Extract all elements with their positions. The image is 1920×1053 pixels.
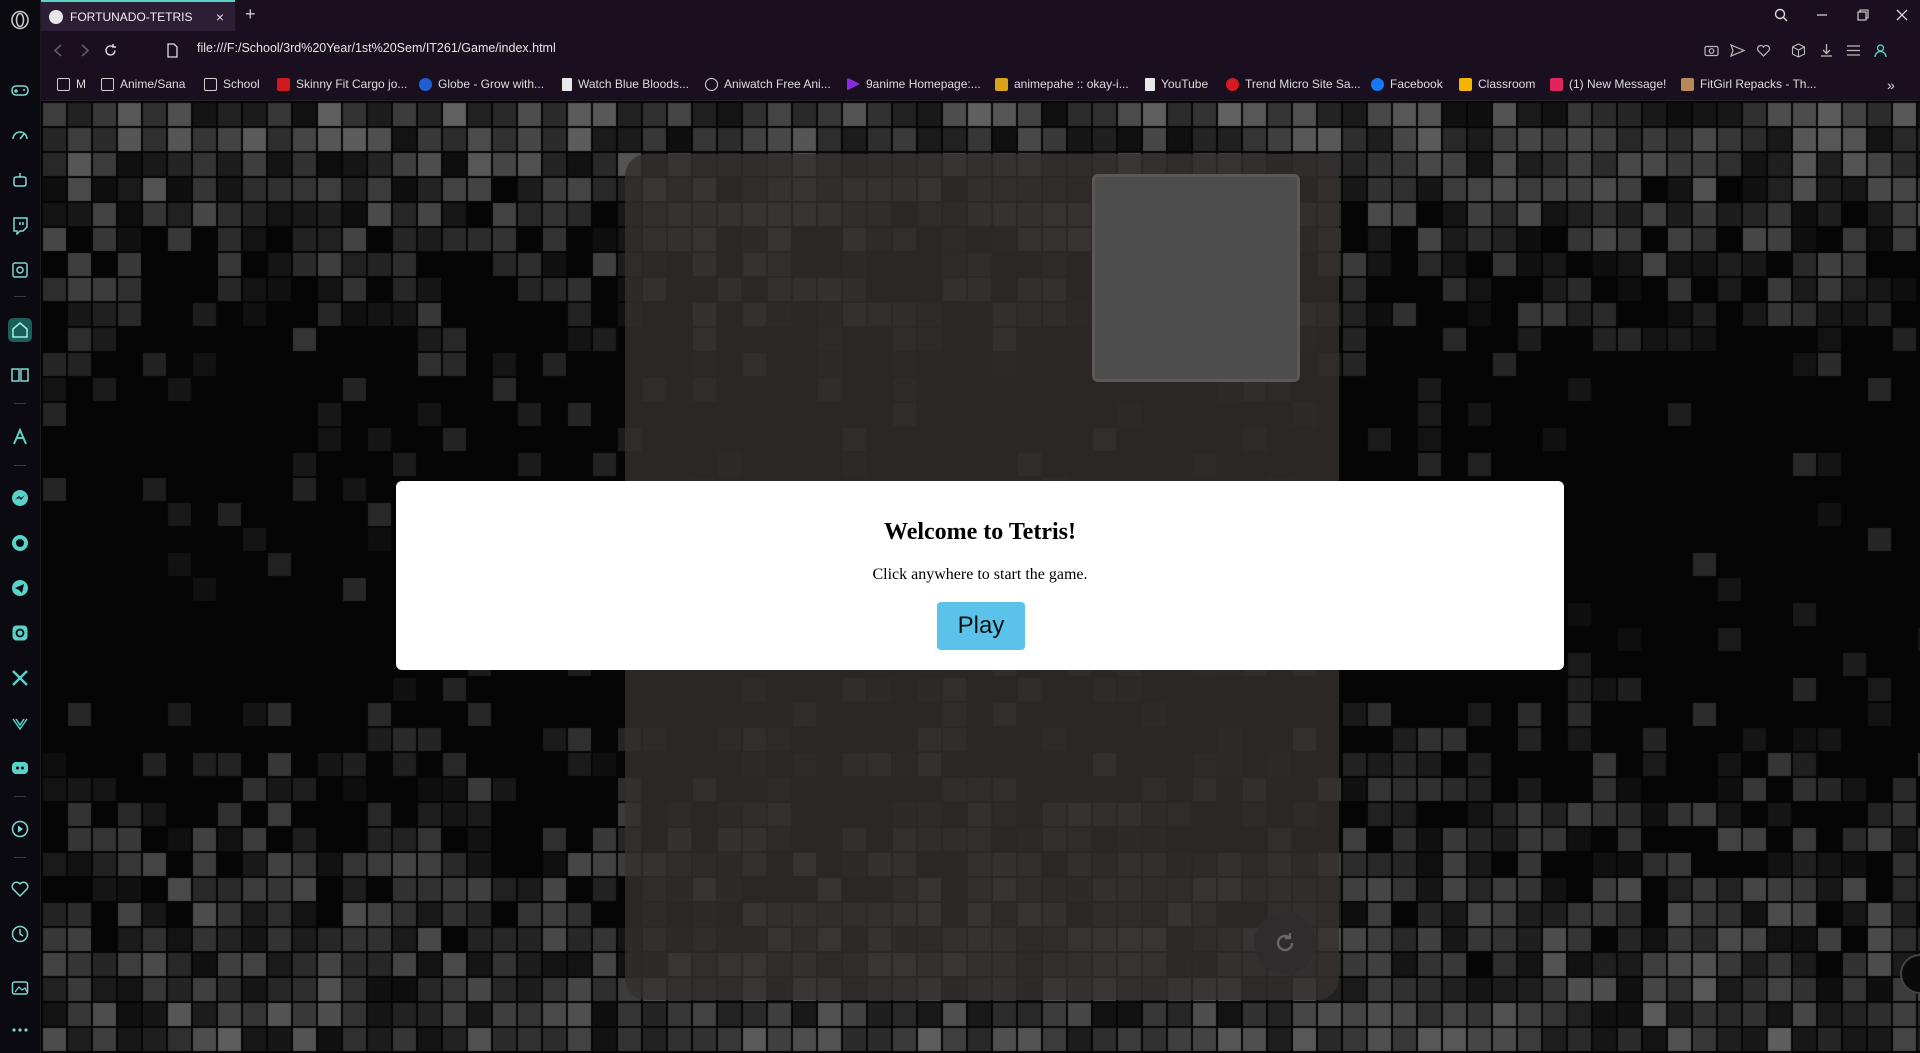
bookmark-item[interactable]: Classroom <box>1459 77 1535 91</box>
bookmark-label: Trend Micro Site Sa... <box>1245 77 1361 91</box>
aniwatch-icon <box>705 77 718 91</box>
extensions-icon[interactable] <box>8 258 32 282</box>
favorite-heart-icon[interactable] <box>1753 40 1773 60</box>
bookmark-item[interactable]: 9anime Homepage:... <box>847 77 981 91</box>
minimize-icon[interactable] <box>1811 5 1833 25</box>
send-icon[interactable] <box>1727 40 1747 60</box>
box-icon[interactable] <box>1788 40 1808 60</box>
back-icon[interactable] <box>48 40 68 60</box>
bookmark-folder[interactable]: School <box>204 77 260 91</box>
bookmark-label: School <box>223 77 260 91</box>
bookmark-label: 9anime Homepage:... <box>866 77 981 91</box>
page-icon <box>1145 77 1155 91</box>
play-button[interactable]: Play <box>937 602 1025 650</box>
globe-telecom-icon <box>419 77 432 91</box>
globe-icon <box>49 9 63 24</box>
bookmark-label: Anime/Sana <box>120 77 186 91</box>
speedometer-icon[interactable] <box>8 123 32 147</box>
whatsapp-icon[interactable] <box>8 531 32 555</box>
download-icon[interactable] <box>1816 40 1836 60</box>
bookmark-item[interactable]: Skinny Fit Cargo jo... <box>277 77 407 91</box>
heart-icon[interactable] <box>8 877 32 901</box>
bookmark-label: M <box>76 77 86 91</box>
bookmark-label: YouTube <box>1161 77 1209 91</box>
reload-icon[interactable] <box>100 40 120 60</box>
animepahe-icon <box>995 77 1008 91</box>
close-tab-icon[interactable]: × <box>211 9 229 25</box>
bookmark-label: Classroom <box>1478 77 1536 91</box>
player-icon[interactable] <box>8 817 32 841</box>
bookmark-item[interactable]: Watch Blue Bloods... <box>562 77 689 91</box>
vk-icon[interactable] <box>8 711 32 735</box>
fitgirl-icon <box>1681 77 1694 91</box>
bookmark-label: Skinny Fit Cargo jo... <box>296 77 408 91</box>
tab-title: FORTUNADO-TETRIS <box>70 9 193 24</box>
bookmark-item[interactable]: (1) New Message! <box>1550 77 1666 91</box>
camera-icon[interactable] <box>1701 40 1721 60</box>
opera-logo-icon[interactable] <box>8 8 32 32</box>
close-window-icon[interactable] <box>1891 5 1913 25</box>
folder-icon <box>204 77 217 91</box>
welcome-modal: Welcome to Tetris! Click anywhere to sta… <box>396 481 1564 670</box>
bookmark-label: FitGirl Repacks - Th... <box>1700 77 1817 91</box>
bookmark-label: Globe - Grow with... <box>438 77 545 91</box>
gamepad-icon[interactable] <box>8 78 32 102</box>
next-piece-preview <box>1092 174 1300 382</box>
bookmark-label: Aniwatch Free Ani... <box>724 77 831 91</box>
new-tab-button[interactable]: + <box>245 4 256 25</box>
bookmark-item[interactable]: YouTube <box>1145 77 1208 91</box>
bookmark-folder[interactable]: Anime/Sana <box>101 77 185 91</box>
search-icon[interactable] <box>1770 5 1792 25</box>
reading-list-icon[interactable] <box>8 363 32 387</box>
bookmark-item[interactable]: Trend Micro Site Sa... <box>1226 77 1361 91</box>
file-icon <box>162 40 182 60</box>
tab-strip: FORTUNADO-TETRIS × + <box>41 0 1920 31</box>
bookmark-item[interactable]: animepahe :: okay-i... <box>995 77 1129 91</box>
bookmark-label: Facebook <box>1390 77 1443 91</box>
messenger-icon[interactable] <box>8 486 32 510</box>
bookmarks-bar: M Anime/Sana School Skinny Fit Cargo jo.… <box>41 68 1920 101</box>
folder-icon <box>57 77 70 91</box>
twitch-icon[interactable] <box>8 213 32 237</box>
hm-logo-icon <box>277 77 290 91</box>
easy-setup-icon[interactable] <box>1843 40 1863 60</box>
aria-icon[interactable] <box>8 425 32 449</box>
address-bar-row: file:///F:/School/3rd%20Year/1st%20Sem/I… <box>41 31 1920 68</box>
modal-title: Welcome to Tetris! <box>884 519 1076 545</box>
bookmark-item[interactable]: Facebook <box>1371 77 1443 91</box>
forward-icon[interactable] <box>74 40 94 60</box>
ai-bot-icon[interactable] <box>8 168 32 192</box>
restart-button[interactable] <box>1254 912 1316 974</box>
facebook-icon <box>1371 77 1384 91</box>
bookmark-item[interactable]: FitGirl Repacks - Th... <box>1681 77 1816 91</box>
bookmark-label: Watch Blue Bloods... <box>578 77 689 91</box>
restart-icon <box>1276 933 1294 952</box>
address-input[interactable]: file:///F:/School/3rd%20Year/1st%20Sem/I… <box>197 41 556 55</box>
snapshot-icon[interactable] <box>8 976 32 1000</box>
bookmark-folder[interactable]: M <box>57 77 86 91</box>
history-icon[interactable] <box>8 922 32 946</box>
modal-message: Click anywhere to start the game. <box>872 566 1088 583</box>
bookmark-item[interactable]: Globe - Grow with... <box>419 77 544 91</box>
home-icon[interactable] <box>8 318 32 342</box>
discord-icon[interactable] <box>8 756 32 780</box>
restore-icon[interactable] <box>1852 5 1874 25</box>
telegram-icon[interactable] <box>8 576 32 600</box>
kik-icon <box>1550 77 1563 91</box>
page-icon <box>562 77 572 91</box>
tab-active[interactable]: FORTUNADO-TETRIS × <box>41 0 235 31</box>
more-icon[interactable] <box>8 1018 32 1042</box>
instagram-icon[interactable] <box>8 621 32 645</box>
folder-icon <box>101 77 114 91</box>
trend-micro-icon <box>1226 77 1239 91</box>
bookmarks-overflow-button[interactable]: » <box>1887 77 1895 93</box>
9anime-icon <box>847 77 860 91</box>
bookmark-label: (1) New Message! <box>1569 77 1667 91</box>
x-twitter-icon[interactable] <box>8 666 32 690</box>
bookmark-label: animepahe :: okay-i... <box>1014 77 1129 91</box>
profile-icon[interactable] <box>1870 40 1890 60</box>
classroom-icon <box>1459 77 1472 91</box>
bookmark-item[interactable]: Aniwatch Free Ani... <box>705 77 831 91</box>
browser-sidebar <box>0 0 41 1053</box>
